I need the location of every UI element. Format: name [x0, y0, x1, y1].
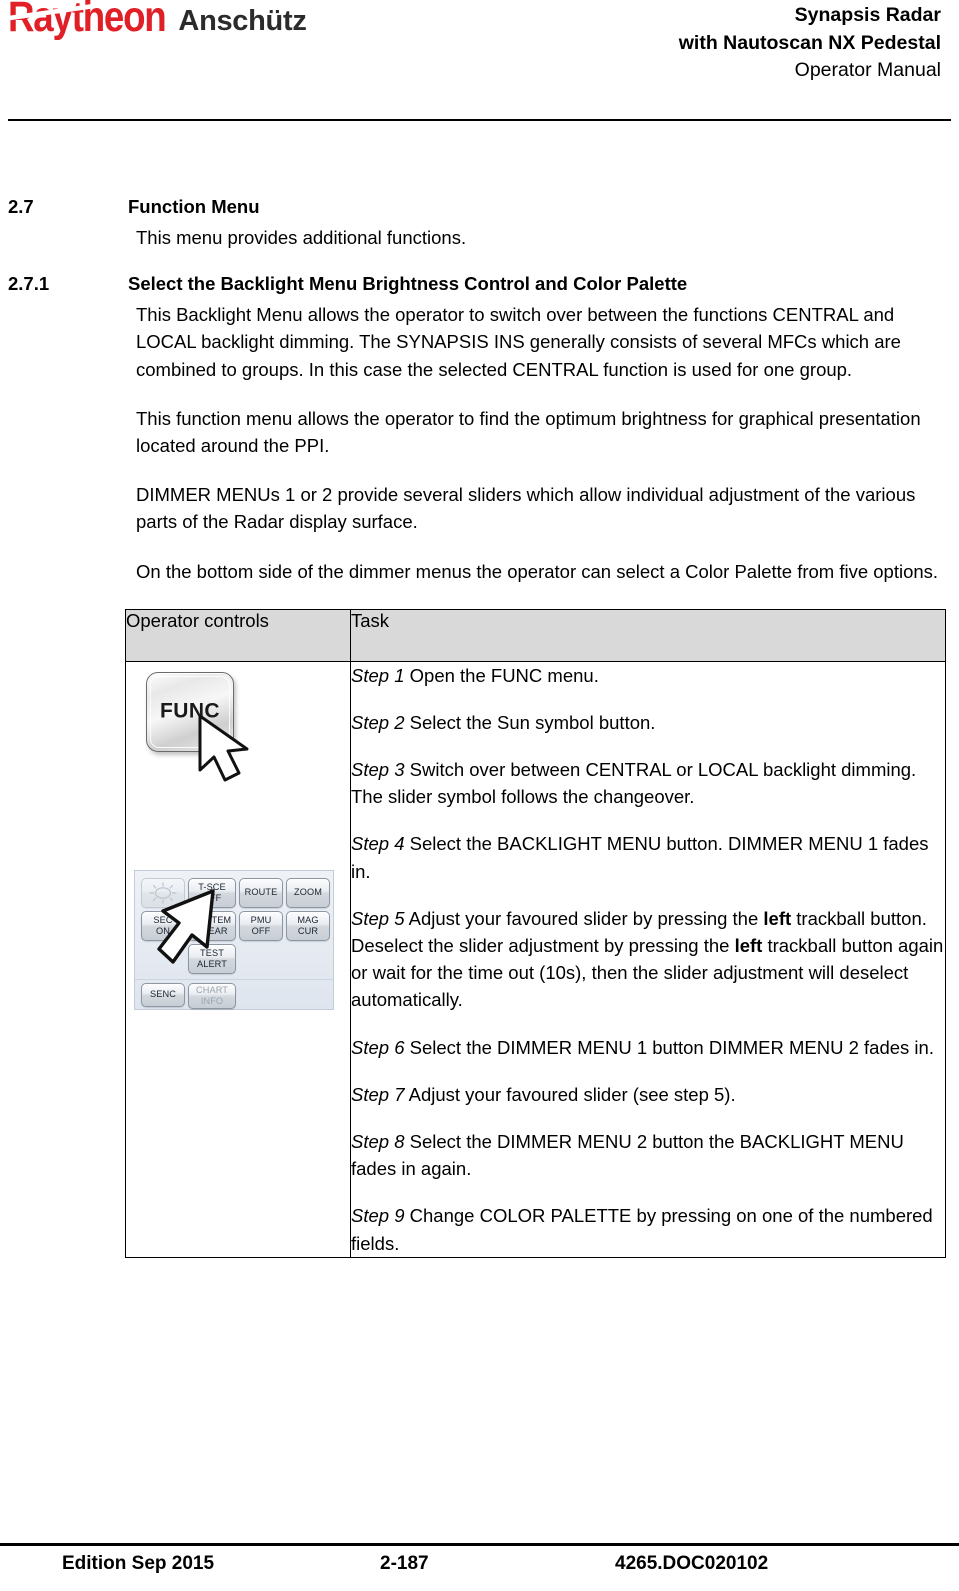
company-logo: Raytheon Anschütz	[8, 0, 307, 41]
section-number-2-7-1: 2.7.1	[8, 273, 50, 295]
step-2-label: Step 2	[351, 711, 405, 733]
anschutz-wordmark: Anschütz	[178, 5, 307, 37]
menu-button-chart-line2: INFO	[200, 995, 224, 1006]
table-header-task: Task	[350, 608, 946, 662]
raytheon-wordmark-text: Raytheon	[8, 0, 167, 41]
step-8-text: Select the DIMMER MENU 2 button the BACK…	[351, 1130, 904, 1180]
step-9-text: Change COLOR PALETTE by pressing on one …	[351, 1205, 933, 1254]
step-7: Step 7 Adjust your favoured slider (see …	[351, 1081, 945, 1108]
step-4: Step 4 Select the BACKLIGHT MENU button.…	[351, 830, 945, 884]
step-3-label: Step 3	[351, 759, 405, 781]
footer-page-number: 2-187	[380, 1553, 429, 1574]
arrow-pointer-icon-panel	[157, 888, 215, 964]
step-2: Step 2 Select the Sun symbol button.	[351, 709, 945, 736]
header-title-line2: with Nautoscan NX Pedestal	[678, 31, 941, 54]
step-1-label: Step 1	[351, 664, 405, 686]
section-2-7-1-paragraph-3: DIMMER MENUs 1 or 2 provide several slid…	[136, 484, 916, 533]
step-1-text: Open the FUNC menu.	[404, 664, 599, 686]
menu-button-senc[interactable]: SENC	[141, 982, 185, 1007]
step-5: Step 5 Adjust your favoured slider by pr…	[351, 905, 945, 1014]
operator-steps-table: Operator controls Task FUNC T-SCE ROUTE …	[125, 608, 946, 1258]
raytheon-wordmark: Raytheon	[8, 0, 225, 41]
section-2-7-1-paragraph-4: On the bottom side of the dimmer menus t…	[136, 560, 939, 582]
footer-divider	[0, 1543, 959, 1546]
header-divider	[8, 119, 951, 121]
step-9-label: Step 9	[351, 1205, 405, 1227]
footer-edition: Edition Sep 2015	[62, 1553, 215, 1574]
menu-button-zoom-label: ZOOM	[294, 887, 322, 898]
step-5-bold-2: left	[734, 935, 763, 956]
menu-button-mag-cur[interactable]: MAG CUR	[286, 910, 330, 941]
operator-steps-table-wrapper: Operator controls Task FUNC T-SCE ROUTE …	[125, 608, 946, 1258]
step-7-text: Adjust your favoured slider (see step 5)…	[404, 1083, 736, 1105]
page-header: Raytheon Anschütz Synapsis Radar with Na…	[0, 0, 959, 128]
step-9: Step 9 Change COLOR PALETTE by pressing …	[351, 1202, 945, 1256]
page-content: 2.7 Function Menu This menu provides add…	[0, 196, 959, 1258]
step-2-text: Select the Sun symbol button.	[404, 711, 656, 733]
menu-button-pmu-off[interactable]: PMU OFF	[239, 910, 283, 941]
section-2-7-1-paragraph-2: This function menu allows the operator t…	[136, 407, 921, 456]
step-6-text: Select the DIMMER MENU 1 button DIMMER M…	[404, 1036, 934, 1058]
task-cell: Step 1 Open the FUNC menu. Step 2 Select…	[350, 660, 946, 1258]
step-3-text: Switch over between CENTRAL or LOCAL bac…	[351, 759, 917, 808]
step-8: Step 8 Select the DIMMER MENU 2 button t…	[351, 1128, 945, 1182]
header-title-line3: Operator Manual	[794, 59, 941, 82]
step-5-bold-1: left	[763, 907, 792, 929]
menu-button-mag-line2: CUR	[297, 925, 319, 936]
section-heading-2-7: 2.7 Function Menu	[0, 196, 959, 218]
func-button-graphic: FUNC	[138, 664, 268, 782]
arrow-pointer-icon	[198, 714, 249, 782]
page-footer: Edition Sep 2015 2-187 4265.DOC020102	[0, 1519, 959, 1591]
footer-doc-id: 4265.DOC020102	[615, 1553, 769, 1574]
section-title-2-7-1: Select the Backlight Menu Brightness Con…	[128, 273, 688, 295]
step-4-label: Step 4	[351, 833, 405, 855]
section-number-2-7: 2.7	[8, 196, 34, 217]
step-8-label: Step 8	[351, 1130, 405, 1152]
section-heading-2-7-1: 2.7.1 Select the Backlight Menu Brightne…	[0, 273, 959, 295]
section-2-7-intro: This menu provides additional functions.	[136, 227, 467, 248]
step-3: Step 3 Switch over between CENTRAL or LO…	[351, 756, 945, 810]
footer-row: Edition Sep 2015 2-187 4265.DOC020102	[0, 1553, 959, 1575]
section-2-7-1-paragraph-1: This Backlight Menu allows the operator …	[136, 304, 901, 380]
step-5-text-part1: Adjust your favoured slider by pressing …	[404, 907, 764, 929]
header-title-block: Synapsis Radar with Nautoscan NX Pedesta…	[679, 2, 941, 85]
func-menu-panel: T-SCE OFF ROUTE ZOOM SEC	[134, 869, 334, 1010]
operator-controls-cell: FUNC T-SCE ROUTE ZOOM SEC ON SYSTEM CLEA…	[125, 660, 351, 1258]
step-6: Step 6 Select the DIMMER MENU 1 button D…	[351, 1034, 945, 1061]
menu-button-chart-info[interactable]: CHART INFO	[188, 982, 236, 1009]
menu-button-chart-line1: CHART	[196, 985, 228, 996]
header-title-line1: Synapsis Radar	[794, 4, 941, 26]
table-row: FUNC T-SCE ROUTE ZOOM SEC ON SYSTEM CLEA…	[125, 660, 946, 1258]
menu-button-pmu-line1: PMU	[250, 915, 272, 926]
table-header-operator-controls: Operator controls	[125, 608, 351, 662]
menu-button-senc-label: SENC	[150, 989, 176, 1000]
menu-button-route[interactable]: ROUTE	[239, 877, 283, 908]
step-1: Step 1 Open the FUNC menu.	[351, 662, 945, 689]
menu-button-route-label: ROUTE	[244, 887, 278, 898]
table-header-row: Operator controls Task	[125, 608, 946, 662]
menu-panel-separator	[135, 978, 333, 980]
step-4-text: Select the BACKLIGHT MENU button. DIMMER…	[351, 833, 929, 882]
step-7-label: Step 7	[351, 1083, 405, 1105]
menu-button-pmu-line2: OFF	[251, 925, 271, 936]
menu-button-zoom[interactable]: ZOOM	[286, 877, 330, 908]
menu-button-mag-line1: MAG	[297, 915, 319, 926]
section-title-2-7: Function Menu	[128, 196, 260, 217]
step-6-label: Step 6	[351, 1036, 405, 1058]
step-5-label: Step 5	[351, 907, 405, 929]
